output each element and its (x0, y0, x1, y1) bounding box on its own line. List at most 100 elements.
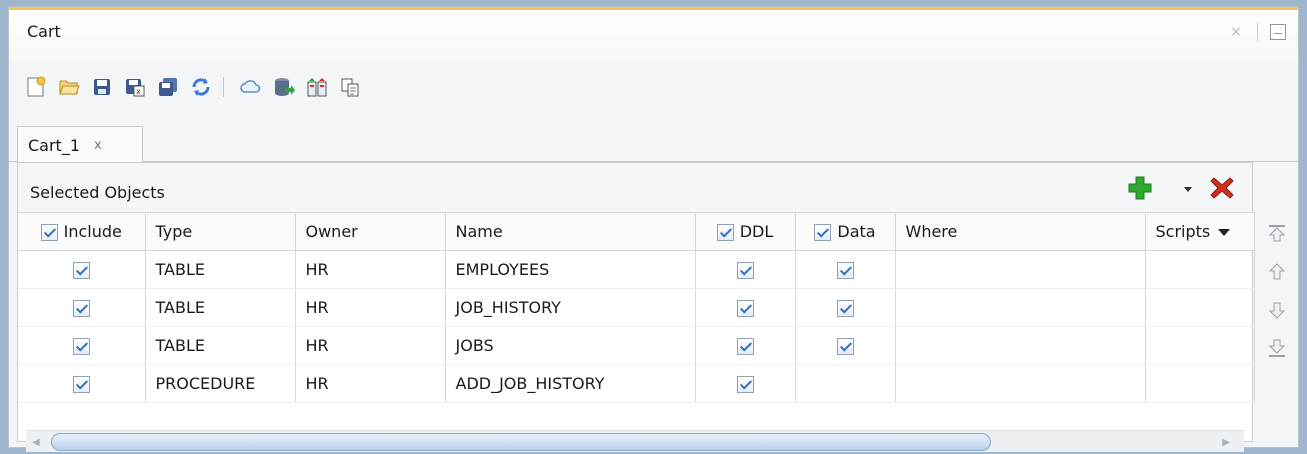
type-cell: TABLE (145, 250, 296, 289)
scroll-right-icon[interactable]: ▶ (1222, 437, 1230, 448)
include-cell (18, 326, 146, 365)
move-down-icon[interactable] (1259, 291, 1295, 329)
column-ddl[interactable]: DDL (695, 212, 796, 251)
ddl-checkbox[interactable] (736, 376, 754, 393)
save-all-icon[interactable] (151, 71, 184, 103)
scripts-cell[interactable] (1145, 364, 1255, 403)
cart-window: Cart × x Cart_1 x Selected Objects Inclu… (8, 6, 1299, 452)
new-cart-icon[interactable] (19, 71, 52, 103)
cloud-deploy-icon[interactable] (234, 71, 267, 103)
column-label: DDL (739, 222, 774, 241)
column-include[interactable]: Include (18, 212, 146, 251)
column-label: Include (63, 222, 122, 241)
type-cell: PROCEDURE (145, 364, 296, 403)
scroll-left-icon[interactable]: ◀ (32, 437, 40, 448)
where-cell (895, 288, 1146, 327)
save-cart-icon[interactable] (85, 71, 118, 103)
scroll-thumb[interactable] (51, 433, 991, 451)
minimize-icon[interactable] (1270, 24, 1286, 40)
name-cell: EMPLOYEES (445, 250, 696, 289)
save-as-excel-icon[interactable]: x (118, 71, 151, 103)
column-owner[interactable]: Owner (295, 212, 446, 251)
table-row[interactable]: PROCEDURE HR ADD_JOB_HISTORY (18, 364, 1255, 403)
ddl-checkbox[interactable] (736, 338, 754, 355)
column-name[interactable]: Name (445, 212, 696, 251)
data-checkbox[interactable] (836, 300, 854, 317)
column-type[interactable]: Type (145, 212, 296, 251)
include-all-checkbox[interactable] (40, 224, 58, 241)
tab-strip: Cart_1 x (9, 122, 1298, 163)
table-header: Include Type Owner Name DDL Data Where S… (18, 212, 1255, 251)
data-all-checkbox[interactable] (814, 224, 832, 241)
copy-icon[interactable] (333, 71, 366, 103)
include-checkbox[interactable] (72, 376, 90, 393)
move-up-icon[interactable] (1259, 253, 1295, 291)
table-row[interactable]: TABLE HR JOB_HISTORY (18, 288, 1255, 327)
ddl-cell (695, 250, 796, 289)
name-cell: ADD_JOB_HISTORY (445, 364, 696, 403)
title-bar: Cart × (9, 7, 1298, 63)
data-checkbox[interactable] (836, 338, 854, 355)
ddl-cell (695, 288, 796, 327)
column-where[interactable]: Where (895, 212, 1146, 251)
where-cell (895, 250, 1146, 289)
scripts-cell[interactable] (1145, 326, 1255, 365)
data-cell (795, 364, 896, 403)
scripts-dropdown-icon[interactable] (1218, 229, 1231, 236)
include-checkbox[interactable] (72, 300, 90, 317)
tab-close-icon[interactable]: x (94, 138, 102, 153)
column-label: Data (837, 222, 876, 241)
divider (1257, 22, 1258, 42)
owner-cell: HR (295, 250, 446, 289)
owner-cell: HR (295, 364, 446, 403)
name-cell: JOB_HISTORY (445, 288, 696, 327)
where-cell (895, 326, 1146, 365)
chevron-down-icon[interactable] (1184, 187, 1192, 192)
close-icon[interactable]: × (1230, 24, 1242, 40)
column-data[interactable]: Data (795, 212, 896, 251)
ddl-cell (695, 364, 796, 403)
toolbar: x (19, 67, 366, 107)
horizontal-scrollbar[interactable]: ◀ ▶ (26, 430, 1244, 452)
name-cell: JOBS (445, 326, 696, 365)
owner-cell: HR (295, 288, 446, 327)
compare-icon[interactable] (300, 71, 333, 103)
cart-table: Include Type Owner Name DDL Data Where S… (18, 212, 1255, 403)
column-scripts[interactable]: Scripts (1145, 212, 1255, 251)
type-cell: TABLE (145, 326, 296, 365)
reorder-buttons (1259, 215, 1295, 367)
add-icon[interactable] (1128, 176, 1152, 204)
panel-header: Selected Objects (18, 163, 1252, 212)
scripts-cell[interactable] (1145, 250, 1255, 289)
include-checkbox[interactable] (72, 338, 90, 355)
include-cell (18, 250, 146, 289)
ddl-all-checkbox[interactable] (716, 224, 734, 241)
scripts-cell[interactable] (1145, 288, 1255, 327)
open-cart-icon[interactable] (52, 71, 85, 103)
delete-icon[interactable] (1210, 176, 1234, 204)
tab-cart-1[interactable]: Cart_1 x (17, 126, 143, 163)
data-cell (795, 288, 896, 327)
export-database-icon[interactable] (267, 71, 300, 103)
table-row[interactable]: TABLE HR JOBS (18, 326, 1255, 365)
panel-title: Selected Objects (30, 183, 165, 202)
move-bottom-icon[interactable] (1259, 329, 1295, 367)
owner-cell: HR (295, 326, 446, 365)
data-checkbox[interactable] (836, 262, 854, 279)
selected-objects-panel: Selected Objects Include Type Owner Name (17, 162, 1255, 452)
include-cell (18, 364, 146, 403)
include-checkbox[interactable] (72, 262, 90, 279)
window-title: Cart (27, 22, 61, 41)
refresh-icon[interactable] (184, 71, 217, 103)
svg-text:x: x (136, 87, 141, 96)
ddl-cell (695, 326, 796, 365)
move-top-icon[interactable] (1259, 215, 1295, 253)
ddl-checkbox[interactable] (736, 262, 754, 279)
where-cell (895, 364, 1146, 403)
data-cell (795, 250, 896, 289)
ddl-checkbox[interactable] (736, 300, 754, 317)
data-cell (795, 326, 896, 365)
table-row[interactable]: TABLE HR EMPLOYEES (18, 250, 1255, 289)
tab-label: Cart_1 (28, 135, 81, 155)
column-label: Scripts (1155, 222, 1211, 241)
